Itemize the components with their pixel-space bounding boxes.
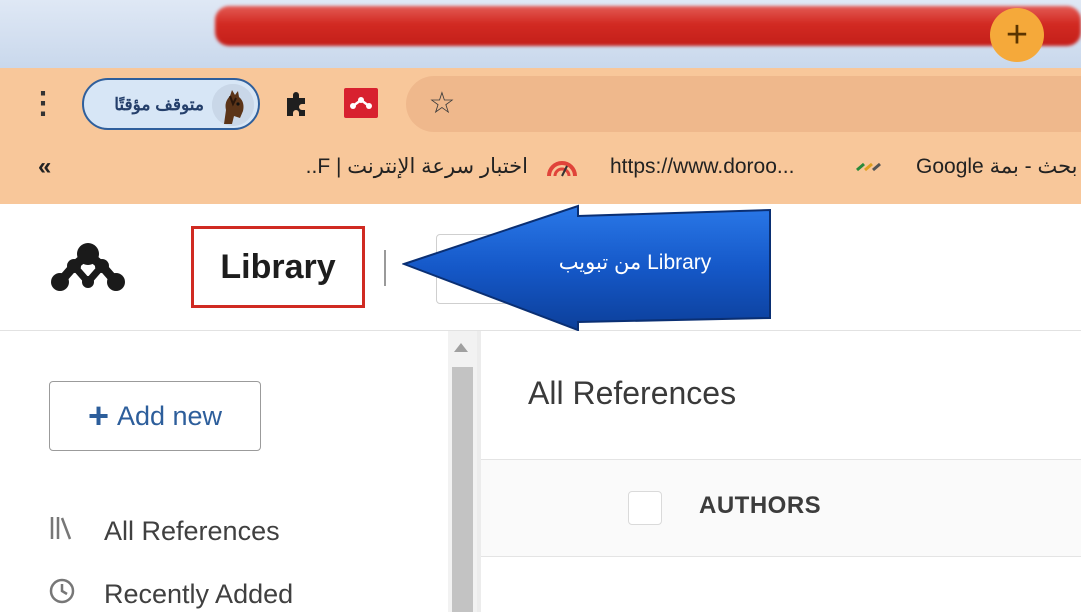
clock-icon [48,577,104,612]
bookmark-doroo[interactable]: https://www.doroo... [610,152,794,182]
avatar [212,84,254,126]
plus-icon: + [1005,14,1029,56]
profile-status-label: متوقف مؤقتًا [114,95,204,114]
active-tab[interactable] [215,6,1081,46]
site-favicon-icon [855,158,885,176]
sidebar-item-label: All References [104,515,280,546]
column-header-authors[interactable]: AUTHORS [699,492,821,520]
horse-avatar-icon [212,84,254,126]
add-new-label: Add new [116,400,223,431]
sidebar-scrollbar[interactable] [448,331,477,612]
address-bar[interactable] [406,76,1081,132]
sidebar: + Add new All References Recently Added [0,331,448,612]
bookmark-speed-test[interactable]: اختبار سرعة الإنترنت | F... [306,152,528,182]
app-header: Library من تبويب Library [0,204,1081,332]
nav-divider [384,250,386,286]
browser-menu-icon[interactable]: ⋮ [28,82,58,126]
page-title: All References [528,375,737,411]
mendeley-extension-icon[interactable] [344,88,378,118]
add-new-button[interactable]: + Add new [49,381,261,451]
select-all-checkbox[interactable] [628,491,662,525]
sidebar-item-recently-added[interactable]: Recently Added [48,574,293,614]
extensions-puzzle-icon[interactable] [281,88,313,120]
plus-icon: + [87,395,109,436]
bookmarks-overflow-icon[interactable]: « [38,152,51,182]
profile-button[interactable]: متوقف مؤقتًا [82,78,260,130]
speedometer-icon [545,154,579,180]
main-content: All References AUTHORS [481,331,1081,612]
tab-strip: + [0,0,1081,68]
sidebar-item-all-references[interactable]: All References [48,511,280,551]
new-tab-button[interactable]: + [990,8,1044,62]
scrollbar-thumb[interactable] [452,367,473,612]
browser-toolbar: ⋮ متوقف مؤقتًا ☆ [0,68,1081,140]
scroll-up-arrow-icon[interactable] [454,343,468,352]
nav-library-tab[interactable]: Library [191,226,365,308]
callout-text: من تبويب Library [558,251,712,274]
mendeley-logo-icon[interactable] [48,240,128,294]
table-header: AUTHORS [481,459,1081,557]
bookmark-google-search[interactable]: Google بحث - بمة [916,152,1081,182]
library-icon [48,515,104,548]
bookmark-star-icon[interactable]: ☆ [424,86,460,122]
sidebar-item-label: Recently Added [104,578,294,609]
bookmarks-bar: « اختبار سرعة الإنترنت | F... https://ww… [0,140,1081,205]
